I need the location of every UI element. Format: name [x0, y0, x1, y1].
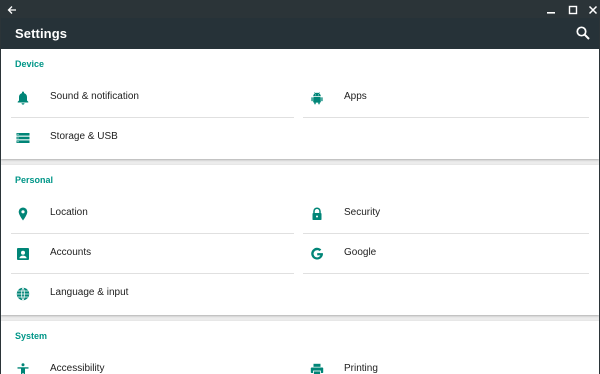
account-box-icon [15, 246, 31, 262]
globe-icon [15, 286, 31, 302]
item-label: Language & input [50, 287, 129, 298]
bell-icon [15, 90, 31, 106]
item-label: Storage & USB [50, 131, 118, 142]
printer-icon [309, 362, 325, 374]
device-section: Device Sound & notification Apps Storage… [1, 49, 599, 159]
android-icon [309, 90, 325, 106]
item-label: Accessibility [50, 363, 105, 374]
google-icon [309, 246, 325, 262]
settings-item-language-input[interactable]: Language & input [1, 274, 294, 314]
section-title-personal: Personal [15, 175, 54, 185]
item-label: Apps [344, 91, 367, 102]
close-icon[interactable] [584, 1, 600, 18]
settings-item-apps[interactable]: Apps [303, 78, 589, 118]
app-bar: Settings [1, 18, 599, 49]
item-label: Google [344, 247, 377, 258]
item-label: Printing [344, 363, 378, 374]
maximize-icon[interactable] [564, 1, 582, 18]
system-section: System Accessibility Printing [1, 321, 599, 374]
item-label: Location [50, 207, 88, 218]
accessibility-icon [15, 362, 31, 374]
settings-item-security[interactable]: Security [303, 194, 589, 234]
back-arrow-icon[interactable] [3, 1, 21, 18]
settings-item-sound-notification[interactable]: Sound & notification [1, 78, 294, 118]
search-icon[interactable] [575, 25, 591, 41]
settings-item-google[interactable]: Google [303, 234, 589, 274]
section-title-device: Device [15, 59, 45, 69]
item-divider [303, 117, 589, 118]
settings-window: Settings Device Sound & notification App… [0, 0, 600, 374]
minimize-icon[interactable] [542, 1, 560, 18]
window-titlebar [1, 1, 599, 18]
settings-item-printing[interactable]: Printing [303, 350, 589, 374]
lock-icon [309, 206, 325, 222]
item-label: Accounts [50, 247, 92, 258]
storage-icon [15, 130, 31, 146]
settings-item-storage-usb[interactable]: Storage & USB [1, 118, 294, 158]
settings-item-accessibility[interactable]: Accessibility [1, 350, 294, 374]
location-pin-icon [15, 206, 31, 222]
personal-section: Personal Location Security Accounts Goog… [1, 165, 599, 315]
item-label: Sound & notification [50, 91, 139, 102]
item-divider [303, 273, 589, 274]
item-label: Security [344, 207, 381, 218]
settings-item-accounts[interactable]: Accounts [1, 234, 294, 274]
page-title: Settings [15, 26, 68, 41]
settings-content[interactable]: Device Sound & notification Apps Storage… [1, 49, 599, 374]
section-title-system: System [15, 331, 48, 341]
settings-item-location[interactable]: Location [1, 194, 294, 234]
